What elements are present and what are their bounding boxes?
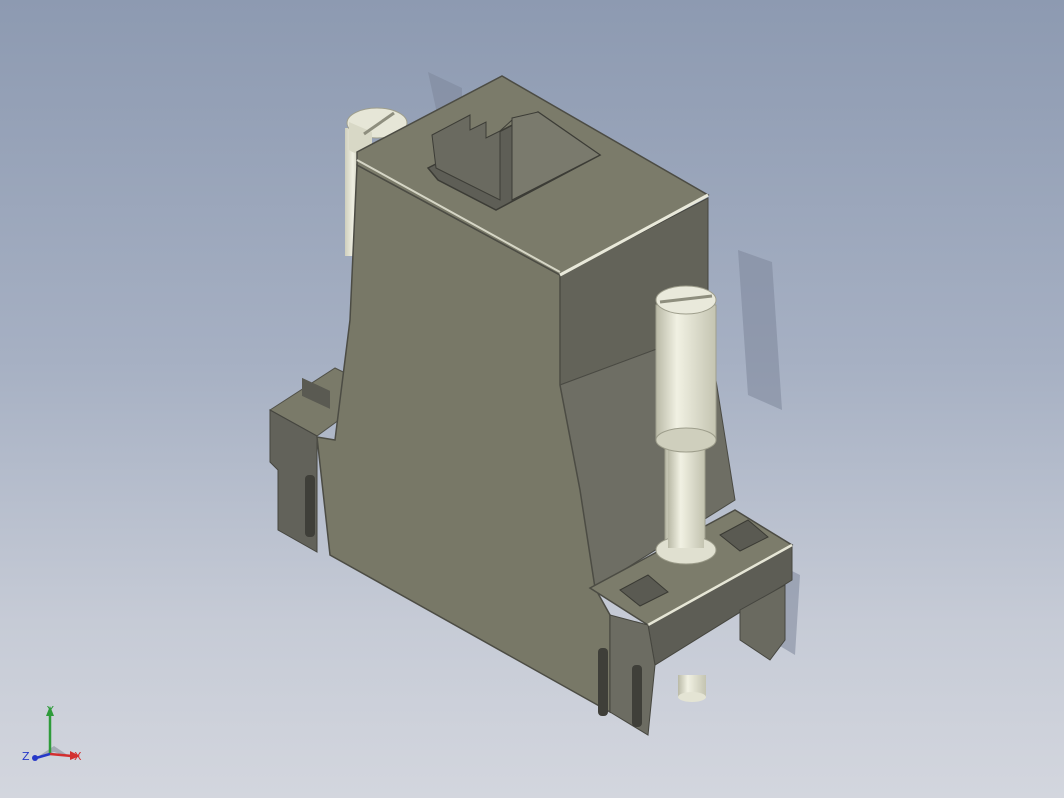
connector-hood-model[interactable] [0,0,1064,798]
z-axis-label: Z [22,750,30,763]
3d-graphics-viewport[interactable]: Y X Z [0,0,1064,798]
x-axis-line [49,752,73,758]
coordinate-triad: Y X Z [22,704,82,763]
x-axis-label: X [74,750,82,763]
y-axis-label: Y [46,704,54,717]
